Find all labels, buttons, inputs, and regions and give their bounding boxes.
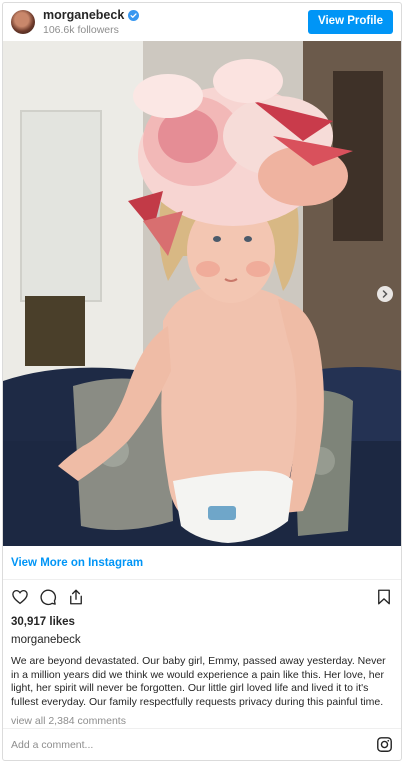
view-all-comments-link[interactable]: view all 2,384 comments xyxy=(3,709,401,729)
comment-bar xyxy=(3,728,401,760)
caption-username[interactable]: morganebeck xyxy=(3,630,401,648)
comment-icon[interactable] xyxy=(39,588,57,606)
view-more-link[interactable]: View More on Instagram xyxy=(3,546,401,580)
comment-input[interactable] xyxy=(11,738,376,751)
user-block: morganebeck 106.6k followers xyxy=(43,8,140,36)
instagram-logo-icon[interactable] xyxy=(376,736,393,753)
instagram-embed: morganebeck 106.6k followers View Profil… xyxy=(2,2,402,761)
avatar[interactable] xyxy=(11,10,35,34)
chevron-right-icon xyxy=(382,290,388,298)
photo-illustration xyxy=(3,41,401,546)
bookmark-icon[interactable] xyxy=(375,588,393,606)
share-icon[interactable] xyxy=(67,588,85,606)
view-profile-button[interactable]: View Profile xyxy=(308,10,393,34)
action-bar xyxy=(3,580,401,614)
follower-count: 106.6k followers xyxy=(43,23,119,36)
heart-icon[interactable] xyxy=(11,588,29,606)
username[interactable]: morganebeck xyxy=(43,8,124,22)
like-count[interactable]: 30,917 likes xyxy=(3,614,401,630)
caption-text: We are beyond devastated. Our baby girl,… xyxy=(11,655,386,708)
next-image-button[interactable] xyxy=(377,286,393,302)
post-image[interactable] xyxy=(3,41,401,546)
post-header: morganebeck 106.6k followers View Profil… xyxy=(3,3,401,41)
user-row: morganebeck xyxy=(43,8,140,22)
verified-badge-icon xyxy=(128,9,140,21)
